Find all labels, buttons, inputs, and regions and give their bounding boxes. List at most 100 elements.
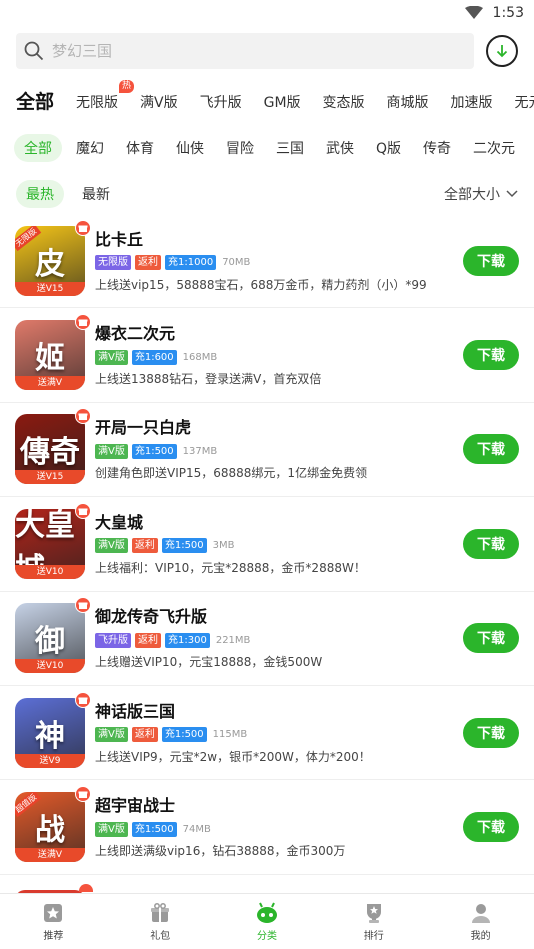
tab-label: 变态版	[322, 95, 365, 111]
nav-label: 推荐	[43, 930, 64, 942]
game-icon-wrap[interactable]: 皮 送V15 无限版	[15, 219, 91, 296]
game-info: 大皇城 满V版 返利 充1:500 3MB 上线福利：VIP10，元宝*28888，…	[95, 512, 463, 576]
game-tags: 无限版 返利 充1:1000 70MB	[95, 255, 463, 271]
tab-speed[interactable]: 加速版	[451, 92, 493, 122]
game-tags: 满V版 充1:500 74MB	[95, 821, 463, 837]
game-description: 创建角色即送VIP15，68888绑元，1亿绑金免费领	[95, 466, 368, 481]
tab-more[interactable]: 无元	[515, 92, 534, 122]
game-description: 上线送13888钻石，登录送满V，首充双倍	[95, 372, 322, 387]
game-icon: 皮 送V15 无限版	[15, 225, 85, 296]
download-manager-button[interactable]	[486, 35, 518, 67]
chip-sports[interactable]: 体育	[126, 138, 154, 158]
game-tag: 满V版	[95, 821, 128, 837]
game-tag: 满V版	[95, 349, 128, 365]
chip-adventure[interactable]: 冒险	[226, 138, 254, 158]
game-tag: 充1:500	[131, 821, 177, 837]
game-list-item[interactable]: 神 送V9 神话版三国 满V版 返利 充1:500 115MB 上线送VIP9，元宝…	[0, 686, 534, 781]
tab-gm[interactable]: GM版	[264, 92, 301, 122]
game-tag: 返利	[131, 727, 158, 743]
sort-new[interactable]: 最新	[82, 184, 110, 204]
game-list-item[interactable]: 大皇城 送V10 大皇城 满V版返利充1:500 3MB 上线福利：VIP10，…	[0, 497, 534, 592]
chip-all[interactable]: 全部	[14, 134, 62, 162]
game-description: 上线福利：VIP10，元宝*28888，金币*2888W！	[95, 560, 366, 575]
chip-anime[interactable]: 二次元	[473, 138, 515, 158]
size-filter-label: 全部大小	[444, 187, 500, 203]
game-name: 开局一只白虎	[95, 418, 192, 438]
tab-label: 飞升版	[199, 95, 242, 111]
vip-band: 送V15	[15, 470, 85, 485]
partial-gift-icon	[79, 884, 93, 892]
game-list-item[interactable]: 姬 送满V 爆衣二次元 满V版 充1:600 168MB 上线送13888钻石，登…	[0, 308, 534, 403]
tab-bt[interactable]: 变态版	[323, 92, 365, 122]
tab-label: 加速版	[450, 95, 493, 111]
tab-label: 满V版	[140, 95, 178, 111]
tab-label: GM版	[263, 95, 301, 111]
tab-all[interactable]: 全部	[16, 87, 54, 122]
size-filter-dropdown[interactable]: 全部大小	[444, 184, 518, 204]
chip-q-style[interactable]: Q版	[376, 138, 401, 158]
tab-mall[interactable]: 商城版	[387, 92, 429, 122]
chip-wuxia[interactable]: 武侠	[326, 138, 354, 158]
game-icon: 御 送V10	[15, 603, 85, 674]
vip-band: 送V10	[15, 564, 85, 579]
game-list-item[interactable]: 皮 送V15 无限版 比卡丘 无限版 返利 充1:1000 70MB 上线送vip1…	[0, 214, 534, 309]
game-list-item[interactable]: 御 送V10 御龙传奇飞升版 飞升版 返利 充1:300 221MB 上线赠送VIP…	[0, 592, 534, 686]
vip-band: 送满V	[15, 376, 85, 391]
tab-max-vip[interactable]: 满V版	[140, 92, 178, 122]
download-button[interactable]: 下载	[463, 812, 519, 843]
search-box[interactable]	[16, 33, 474, 69]
chevron-down-icon	[506, 190, 518, 198]
game-info: 御龙传奇飞升版 飞升版 返利 充1:300 221MB 上线赠送VIP10，元宝18…	[95, 606, 463, 670]
game-tag: 充1:1000	[165, 255, 217, 271]
chip-fantasy[interactable]: 魔幻	[76, 138, 104, 158]
download-button[interactable]: 下载	[463, 340, 519, 371]
game-name: 比卡丘	[95, 229, 144, 249]
game-tag: 充1:500	[161, 538, 207, 554]
sort-hot[interactable]: 最热	[16, 180, 64, 208]
game-tag: 充1:500	[161, 727, 207, 743]
nav-gift[interactable]: 礼包	[107, 894, 214, 949]
download-button[interactable]: 下载	[463, 434, 519, 465]
nav-mine[interactable]: 我的	[427, 894, 534, 949]
nav-label: 排行	[363, 930, 384, 942]
game-size: 137MB	[182, 445, 218, 457]
game-icon-wrap[interactable]: 姬 送满V	[15, 314, 91, 391]
game-description: 上线赠送VIP10，元宝18888，金钱500W	[95, 655, 323, 670]
game-icon-art: 皮	[35, 246, 65, 282]
game-size: 3MB	[212, 540, 235, 552]
download-button[interactable]: 下载	[463, 528, 519, 559]
tab-label: 商城版	[386, 95, 429, 111]
download-button[interactable]: 下载	[463, 245, 519, 276]
nav-recommend[interactable]: 推荐	[0, 894, 107, 949]
sort-row: 最热 最新 全部大小	[0, 172, 534, 216]
game-icon-wrap[interactable]: 御 送V10	[15, 597, 91, 674]
download-button[interactable]: 下载	[463, 623, 519, 654]
game-info: 开局一只白虎 满V版 充1:500 137MB 创建角色即送VIP15，68888…	[95, 417, 463, 481]
search-input[interactable]	[52, 42, 432, 60]
chip-three-kingdoms[interactable]: 三国	[276, 138, 304, 158]
nav-rank[interactable]: 排行	[320, 894, 427, 949]
game-icon-wrap[interactable]: 战 送满V 超值版	[15, 786, 91, 863]
game-tag: 充1:500	[131, 443, 177, 459]
gift-badge-icon	[75, 408, 91, 425]
game-tags: 满V版 充1:500 137MB	[95, 443, 463, 459]
download-button[interactable]: 下载	[463, 717, 519, 748]
game-list-item[interactable]: 战 送满V 超值版 超宇宙战士 满V版 充1:500 74MB 上线即送满级vip…	[0, 780, 534, 875]
tab-ascend[interactable]: 飞升版	[200, 92, 242, 122]
tab-unlimited[interactable]: 无限版热	[76, 80, 135, 122]
game-icon-wrap[interactable]: 神 送V9	[15, 691, 91, 768]
game-tag: 满V版	[95, 538, 128, 554]
chip-xianxia[interactable]: 仙侠	[176, 138, 204, 158]
nav-category[interactable]: 分类	[214, 894, 321, 949]
version-tabs: 全部 无限版热 满V版 飞升版 GM版 变态版 商城版 加速版 无元	[0, 72, 534, 122]
game-tag: 无限版	[95, 255, 131, 271]
wifi-icon	[464, 6, 483, 19]
game-icon-wrap[interactable]: 傳奇 送V15	[15, 408, 91, 485]
game-size: 115MB	[212, 729, 248, 741]
game-list-item[interactable]: 傳奇 送V15 开局一只白虎 满V版 充1:500 137MB 创建角色即送VIP…	[0, 403, 534, 498]
game-icon-wrap[interactable]: 大皇城 送V10	[15, 502, 91, 579]
game-tag: 满V版	[95, 727, 128, 743]
chip-legend[interactable]: 传奇	[423, 138, 451, 158]
game-size: 221MB	[215, 634, 251, 646]
gift-badge-icon	[75, 786, 91, 803]
